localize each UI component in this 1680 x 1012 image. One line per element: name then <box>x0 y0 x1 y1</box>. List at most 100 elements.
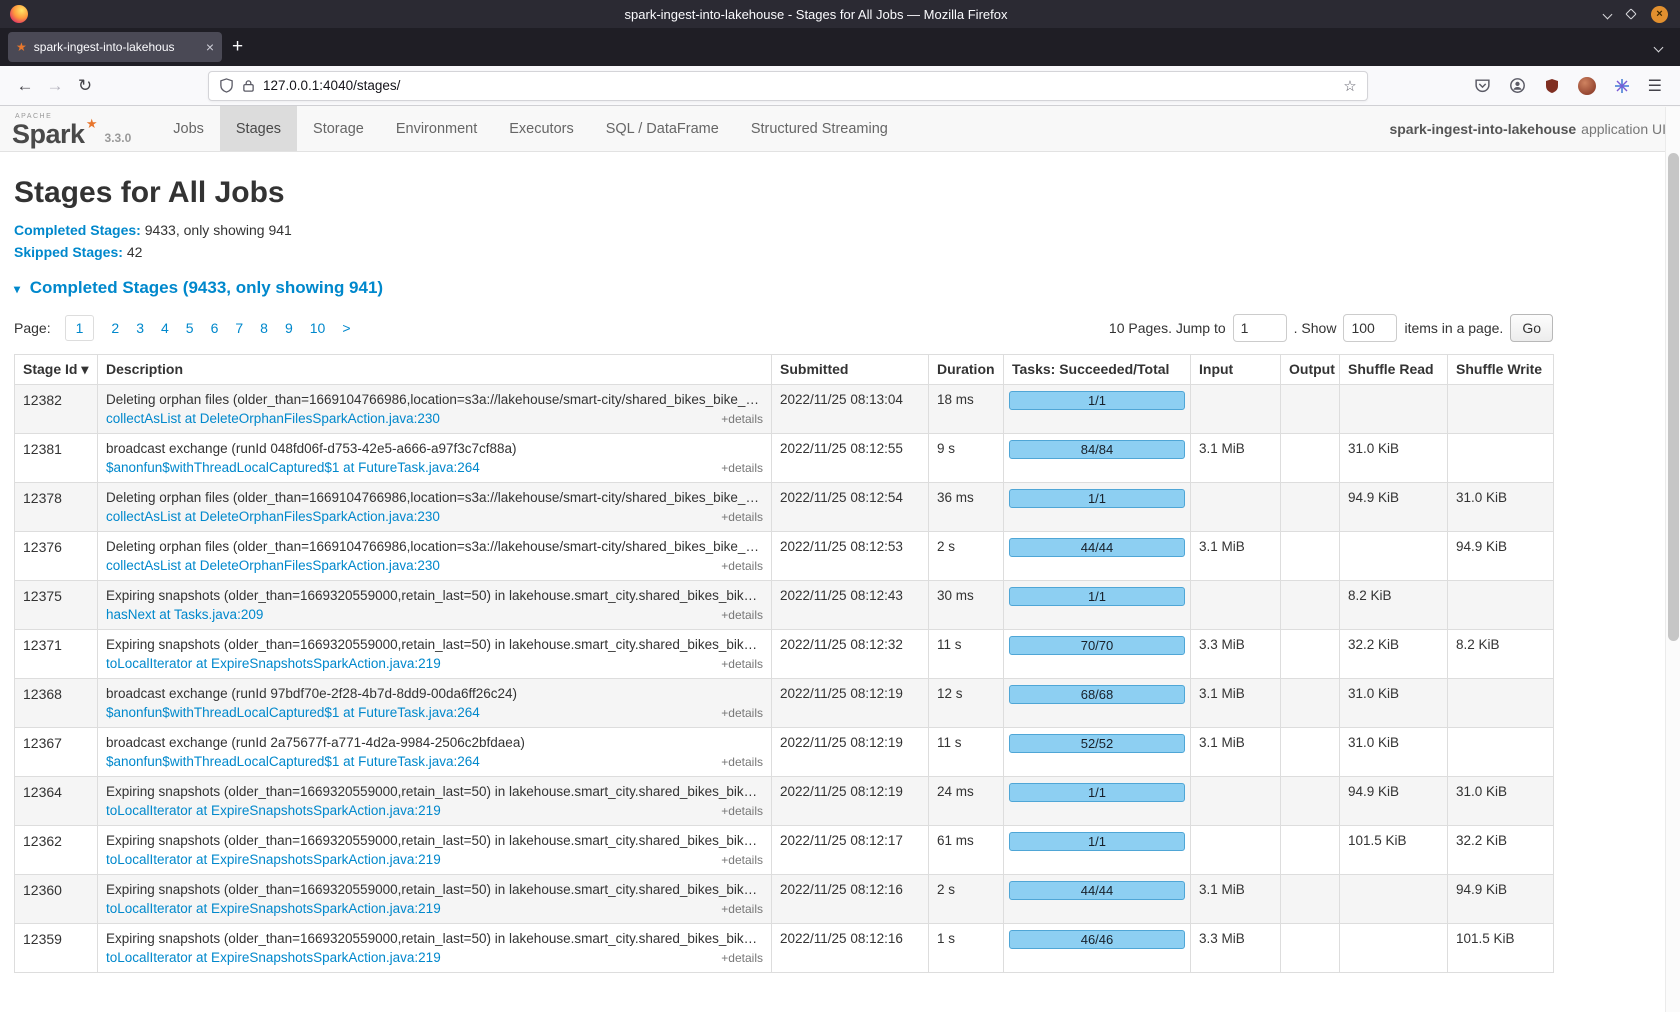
column-header-output[interactable]: Output <box>1281 355 1340 385</box>
account-icon[interactable] <box>1509 77 1526 94</box>
page-link-9[interactable]: 9 <box>285 320 293 336</box>
stage-callsite-link[interactable]: collectAsList at DeleteOrphanFilesSparkA… <box>106 411 440 426</box>
extension-star-icon[interactable] <box>1614 78 1630 94</box>
details-toggle[interactable]: +details <box>721 951 763 965</box>
url-bar[interactable]: 127.0.0.1:4040/stages/ ☆ <box>208 71 1368 101</box>
nav-item-executors[interactable]: Executors <box>493 106 589 151</box>
tab-bar: ★ spark-ingest-into-lakehous × + <box>0 28 1680 66</box>
stage-description-cell: broadcast exchange (runId 2a75677f-a771-… <box>98 728 772 777</box>
stage-description: Expiring snapshots (older_than=166932055… <box>106 637 763 652</box>
output-size <box>1281 581 1340 630</box>
page-link-7[interactable]: 7 <box>235 320 243 336</box>
details-toggle[interactable]: +details <box>721 706 763 720</box>
tasks-cell: 1/1 <box>1004 385 1191 434</box>
go-button[interactable]: Go <box>1510 314 1553 342</box>
profile-avatar[interactable] <box>1578 77 1596 95</box>
details-toggle[interactable]: +details <box>721 755 763 769</box>
shuffle-write-size: 31.0 KiB <box>1448 483 1554 532</box>
details-toggle[interactable]: +details <box>721 657 763 671</box>
page-link-6[interactable]: 6 <box>211 320 219 336</box>
page-links: 12 3 4 5 67 8 9 10 > <box>65 315 351 341</box>
reload-button[interactable]: ↻ <box>70 72 100 100</box>
input-size: 3.3 MiB <box>1191 630 1281 679</box>
stage-callsite-link[interactable]: collectAsList at DeleteOrphanFilesSparkA… <box>106 558 440 573</box>
column-header-submitted[interactable]: Submitted <box>772 355 929 385</box>
back-button[interactable]: ← <box>10 72 40 100</box>
minimize-button[interactable] <box>1603 9 1613 19</box>
page-link-1[interactable]: 1 <box>65 315 95 341</box>
items-per-page-label: items in a page. <box>1404 320 1503 336</box>
page-link-10[interactable]: 10 <box>310 320 326 336</box>
maximize-button[interactable] <box>1625 8 1636 19</box>
details-toggle[interactable]: +details <box>721 804 763 818</box>
nav-item-structured-streaming[interactable]: Structured Streaming <box>735 106 904 151</box>
stage-callsite-link[interactable]: $anonfun$withThreadLocalCaptured$1 at Fu… <box>106 460 480 475</box>
stage-callsite-link[interactable]: toLocalIterator at ExpireSnapshotsSparkA… <box>106 852 441 867</box>
forward-button[interactable]: → <box>40 72 70 100</box>
column-header-shuffle-read[interactable]: Shuffle Read <box>1340 355 1448 385</box>
tab-close-icon[interactable]: × <box>206 40 214 54</box>
completed-stages-link[interactable]: Completed Stages: <box>14 222 141 238</box>
nav-item-stages[interactable]: Stages <box>220 106 297 151</box>
page-link-3[interactable]: 3 <box>136 320 144 336</box>
completed-stages-section-toggle[interactable]: ▾ Completed Stages (9433, only showing 9… <box>14 278 1553 298</box>
skipped-stages-link[interactable]: Skipped Stages: <box>14 244 123 260</box>
scrollbar-thumb[interactable] <box>1668 153 1679 641</box>
details-toggle[interactable]: +details <box>721 608 763 622</box>
nav-item-storage[interactable]: Storage <box>297 106 380 151</box>
shuffle-write-size: 8.2 KiB <box>1448 630 1554 679</box>
nav-item-jobs[interactable]: Jobs <box>157 106 220 151</box>
stage-description: Expiring snapshots (older_than=166932055… <box>106 931 763 946</box>
duration: 30 ms <box>929 581 1004 630</box>
submitted-time: 2022/11/25 08:12:43 <box>772 581 929 630</box>
column-header-tasks-succeeded-total[interactable]: Tasks: Succeeded/Total <box>1004 355 1191 385</box>
details-toggle[interactable]: +details <box>721 412 763 426</box>
column-header-stage-id[interactable]: Stage Id ▾ <box>15 355 98 385</box>
shuffle-read-size: 101.5 KiB <box>1340 826 1448 875</box>
details-toggle[interactable]: +details <box>721 559 763 573</box>
stage-id: 12381 <box>15 434 98 483</box>
table-row: 12382 Deleting orphan files (older_than=… <box>15 385 1554 434</box>
page-link-8[interactable]: 8 <box>260 320 268 336</box>
items-per-page-input[interactable] <box>1343 314 1397 342</box>
column-header-description[interactable]: Description <box>98 355 772 385</box>
stage-callsite-link[interactable]: toLocalIterator at ExpireSnapshotsSparkA… <box>106 803 441 818</box>
page-link-4[interactable]: 4 <box>161 320 169 336</box>
stage-id: 12371 <box>15 630 98 679</box>
menu-button[interactable]: ☰ <box>1648 76 1662 96</box>
completed-stages-value: 9433, only showing 941 <box>145 222 292 238</box>
pocket-icon[interactable] <box>1474 77 1491 94</box>
column-header-shuffle-write[interactable]: Shuffle Write <box>1448 355 1554 385</box>
list-all-tabs-button[interactable] <box>1654 42 1664 52</box>
stage-callsite-link[interactable]: $anonfun$withThreadLocalCaptured$1 at Fu… <box>106 754 480 769</box>
window-close-button[interactable]: × <box>1651 6 1668 23</box>
input-size: 3.1 MiB <box>1191 532 1281 581</box>
nav-item-sql-dataframe[interactable]: SQL / DataFrame <box>590 106 735 151</box>
duration: 12 s <box>929 679 1004 728</box>
stage-callsite-link[interactable]: toLocalIterator at ExpireSnapshotsSparkA… <box>106 656 441 671</box>
duration: 2 s <box>929 532 1004 581</box>
spark-logo[interactable]: APACHE Spark ★ 3.3.0 <box>12 106 157 151</box>
details-toggle[interactable]: +details <box>721 461 763 475</box>
jump-to-page-input[interactable] <box>1233 314 1287 342</box>
bookmark-star-icon[interactable]: ☆ <box>1343 77 1356 95</box>
column-header-input[interactable]: Input <box>1191 355 1281 385</box>
details-toggle[interactable]: +details <box>721 902 763 916</box>
details-toggle[interactable]: +details <box>721 510 763 524</box>
new-tab-button[interactable]: + <box>232 36 243 58</box>
page-link-5[interactable]: 5 <box>186 320 194 336</box>
nav-item-environment[interactable]: Environment <box>380 106 493 151</box>
browser-tab[interactable]: ★ spark-ingest-into-lakehous × <box>8 32 222 62</box>
input-size <box>1191 483 1281 532</box>
ublock-shield-icon[interactable] <box>1544 78 1560 94</box>
details-toggle[interactable]: +details <box>721 853 763 867</box>
stage-callsite-link[interactable]: $anonfun$withThreadLocalCaptured$1 at Fu… <box>106 705 480 720</box>
shield-icon[interactable] <box>219 78 234 93</box>
column-header-duration[interactable]: Duration <box>929 355 1004 385</box>
page-link-2[interactable]: 2 <box>111 320 119 336</box>
stage-callsite-link[interactable]: hasNext at Tasks.java:209 <box>106 607 263 622</box>
stage-callsite-link[interactable]: toLocalIterator at ExpireSnapshotsSparkA… <box>106 901 441 916</box>
stage-callsite-link[interactable]: toLocalIterator at ExpireSnapshotsSparkA… <box>106 950 441 965</box>
stage-callsite-link[interactable]: collectAsList at DeleteOrphanFilesSparkA… <box>106 509 440 524</box>
page-link-next[interactable]: > <box>342 320 350 336</box>
